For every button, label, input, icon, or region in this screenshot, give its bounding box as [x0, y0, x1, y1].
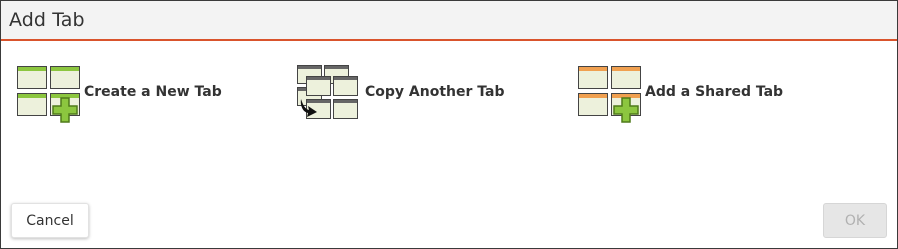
create-new-tab-label: Create a New Tab [84, 84, 222, 100]
new-tab-icon [17, 66, 80, 123]
add-tab-dialog: Add Tab Create a New Tab Copy Another Ta… [0, 0, 898, 249]
cancel-button[interactable]: Cancel [11, 203, 89, 238]
copy-another-tab-option[interactable]: Copy Another Tab [295, 63, 504, 123]
add-shared-tab-label: Add a Shared Tab [645, 84, 784, 100]
copy-tab-icon [297, 65, 358, 119]
create-new-tab-option[interactable]: Create a New Tab [14, 63, 222, 123]
dialog-title: Add Tab [9, 9, 85, 31]
ok-button[interactable]: OK [823, 203, 887, 238]
add-shared-tab-option[interactable]: Add a Shared Tab [575, 63, 783, 123]
tab-options: Create a New Tab Copy Another Tab Add a … [14, 63, 897, 123]
dialog-header: Add Tab [1, 1, 897, 41]
shared-tab-icon [578, 66, 641, 123]
copy-another-tab-label: Copy Another Tab [365, 84, 505, 100]
